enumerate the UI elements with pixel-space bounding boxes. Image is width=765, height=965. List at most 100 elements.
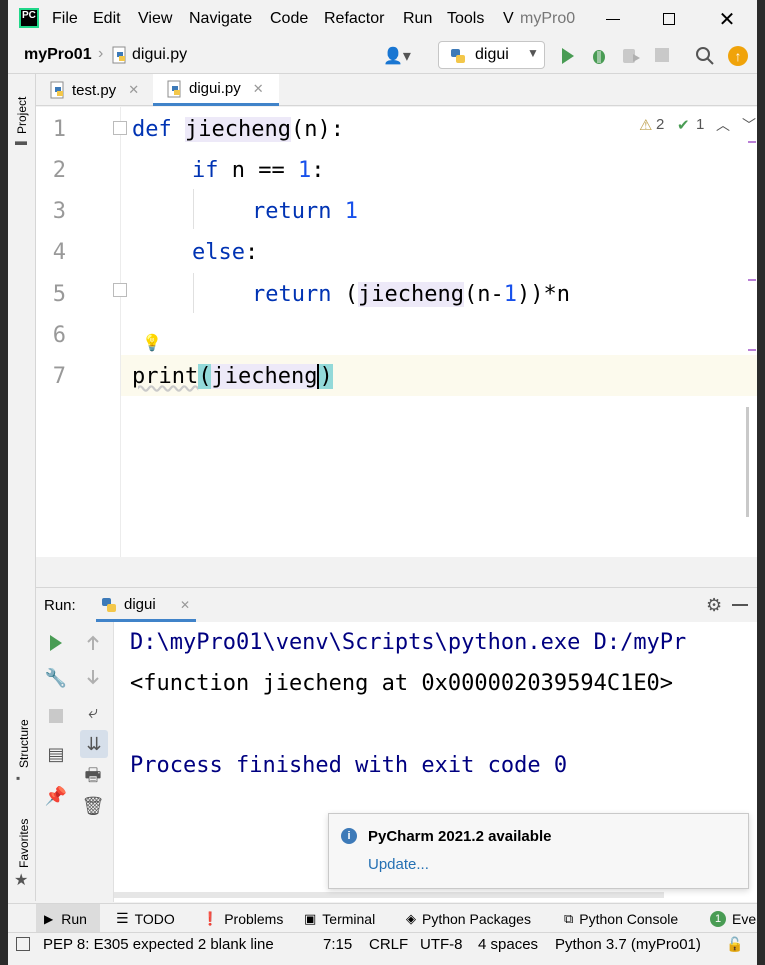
wrench-icon[interactable]: 🔧 [44, 666, 68, 690]
function-name: jiecheng [185, 117, 291, 142]
indent-setting[interactable]: 4 spaces [478, 936, 538, 953]
run-panel-label: Run: [44, 597, 76, 614]
run-toolbar: 🔧 ⤶ ⇊ ▤ 🖶 📌 🗑 [36, 622, 114, 902]
stop-icon[interactable] [48, 708, 64, 724]
project-tool-tab[interactable]: Project [15, 97, 29, 134]
gear-icon[interactable]: ⚙ [706, 595, 722, 616]
code-text: (n): [290, 117, 344, 142]
user-icon[interactable]: 👤▾ [383, 46, 411, 66]
status-message[interactable]: PEP 8: E305 expected 2 blank line [43, 936, 274, 953]
run-tab-label: digui [124, 596, 156, 613]
close-tab-icon[interactable]: ✕ [253, 81, 264, 97]
fold-marker-icon[interactable] [113, 283, 127, 297]
lock-icon[interactable]: 🔓 [726, 936, 743, 953]
layout-icon[interactable]: ▤ [44, 742, 68, 766]
fold-marker-icon[interactable] [113, 121, 127, 135]
run-configuration-selector[interactable]: digui ▼ [438, 41, 545, 69]
caret-position[interactable]: 7:15 [323, 936, 352, 953]
terminal-tool-button[interactable]: ▣ Terminal [304, 904, 375, 933]
menu-edit[interactable]: Edit [93, 10, 121, 28]
console-scrollbar[interactable] [114, 892, 664, 898]
warning-icon[interactable]: ⚠ [639, 116, 652, 134]
pin-icon[interactable]: 📌 [44, 784, 68, 808]
menu-run[interactable]: Run [403, 10, 432, 28]
file-encoding[interactable]: UTF-8 [420, 936, 463, 953]
close-button[interactable]: ✕ [704, 6, 750, 32]
soft-wrap-icon[interactable]: ⤶ [81, 700, 105, 724]
search-icon[interactable] [695, 46, 715, 66]
debug-icon[interactable] [589, 46, 609, 66]
error-stripe-mark[interactable] [748, 141, 756, 143]
python-console-tool-button[interactable]: ⧉ Python Console [564, 904, 678, 933]
trash-icon[interactable]: 🗑 [81, 794, 105, 818]
breadcrumb-project[interactable]: myPro01 [24, 46, 92, 64]
close-tab-icon[interactable]: ✕ [128, 82, 139, 98]
line-separator[interactable]: CRLF [369, 936, 408, 953]
lightbulb-icon[interactable]: 💡 [142, 333, 162, 353]
line-number: 6 [52, 323, 66, 348]
run-tool-button[interactable]: ▶ Run [36, 904, 100, 933]
problems-tool-button[interactable]: ❗ Problems [202, 904, 283, 933]
code-line-3: return 1 [252, 199, 358, 224]
error-stripe-mark[interactable] [748, 279, 756, 281]
number: 1 [297, 158, 312, 183]
code-text: : [311, 158, 325, 183]
breadcrumb-separator-icon: › [98, 45, 104, 62]
keyword: else [192, 240, 245, 265]
check-icon[interactable]: ✔ [677, 116, 690, 134]
close-tab-icon[interactable]: ✕ [180, 598, 190, 612]
coverage-icon[interactable] [621, 46, 641, 66]
update-link[interactable]: Update... [368, 856, 429, 873]
menu-navigate[interactable]: Navigate [189, 10, 252, 28]
folder-icon: ▬ [15, 134, 27, 148]
run-tool-label: Run [61, 910, 87, 927]
tab-digui-py[interactable]: digui.py ✕ [153, 74, 279, 106]
tab-label: test.py [72, 81, 117, 99]
problems-icon: ❗ [202, 910, 219, 926]
toggle-tool-windows-icon[interactable] [16, 937, 30, 951]
rerun-icon[interactable] [48, 634, 64, 652]
run-tab-digui[interactable]: digui ✕ [96, 588, 196, 622]
code-text: (n- [463, 282, 504, 307]
ok-count: 1 [696, 116, 705, 133]
minimize-button[interactable] [590, 6, 636, 32]
menu-view[interactable]: View [138, 10, 172, 28]
structure-tool-tab[interactable]: Structure [17, 719, 31, 768]
menu-code[interactable]: Code [270, 10, 308, 28]
menu-file[interactable]: File [52, 10, 78, 28]
stop-icon[interactable] [654, 47, 670, 63]
run-icon[interactable] [560, 47, 576, 65]
python-interpreter[interactable]: Python 3.7 (myPro01) [555, 936, 701, 953]
python-packages-tool-button[interactable]: ◈ Python Packages [406, 904, 531, 933]
python-console-tool-label: Python Console [579, 910, 679, 927]
update-arrow-icon[interactable]: ↑ [728, 46, 748, 66]
arrow-up-icon[interactable] [84, 634, 102, 652]
logo-text: PC [22, 10, 36, 21]
menu-refactor[interactable]: Refactor [324, 10, 384, 28]
breadcrumb-file[interactable]: digui.py [132, 46, 187, 64]
editor-scrollbar[interactable] [746, 407, 749, 517]
menu-tools[interactable]: Tools [447, 10, 484, 28]
arrow-down-icon[interactable] [84, 668, 102, 686]
scroll-to-end-button[interactable]: ⇊ [80, 730, 108, 758]
chevron-up-icon[interactable]: ︿ [716, 115, 730, 135]
console-line: Process finished with exit code 0 [130, 753, 568, 778]
chevron-down-icon[interactable]: ﹀ [742, 115, 756, 135]
code-line-2: if n == 1: [192, 158, 324, 183]
favorites-tool-tab[interactable]: Favorites [17, 819, 31, 868]
hide-panel-icon[interactable] [732, 604, 748, 606]
event-log-tool-label: Even [732, 910, 757, 927]
tab-test-py[interactable]: test.py ✕ [36, 74, 151, 106]
keyword: if [192, 158, 219, 183]
maximize-button[interactable] [646, 6, 692, 32]
error-stripe-mark[interactable] [748, 349, 756, 351]
menu-more[interactable]: V [503, 10, 514, 28]
event-log-tool-button[interactable]: 1 Even [710, 904, 757, 933]
print-icon[interactable]: 🖶 [81, 765, 105, 790]
terminal-tool-label: Terminal [322, 910, 376, 927]
todo-tool-button[interactable]: ☰ TODO [116, 904, 175, 933]
code-line-7: print(jiecheng) [132, 364, 333, 389]
python-icon [102, 598, 116, 612]
minimize-icon [606, 18, 620, 20]
code-editor[interactable]: 1 2 3 4 5 6 7 💡 def jiecheng(n): if n ==… [36, 107, 757, 557]
